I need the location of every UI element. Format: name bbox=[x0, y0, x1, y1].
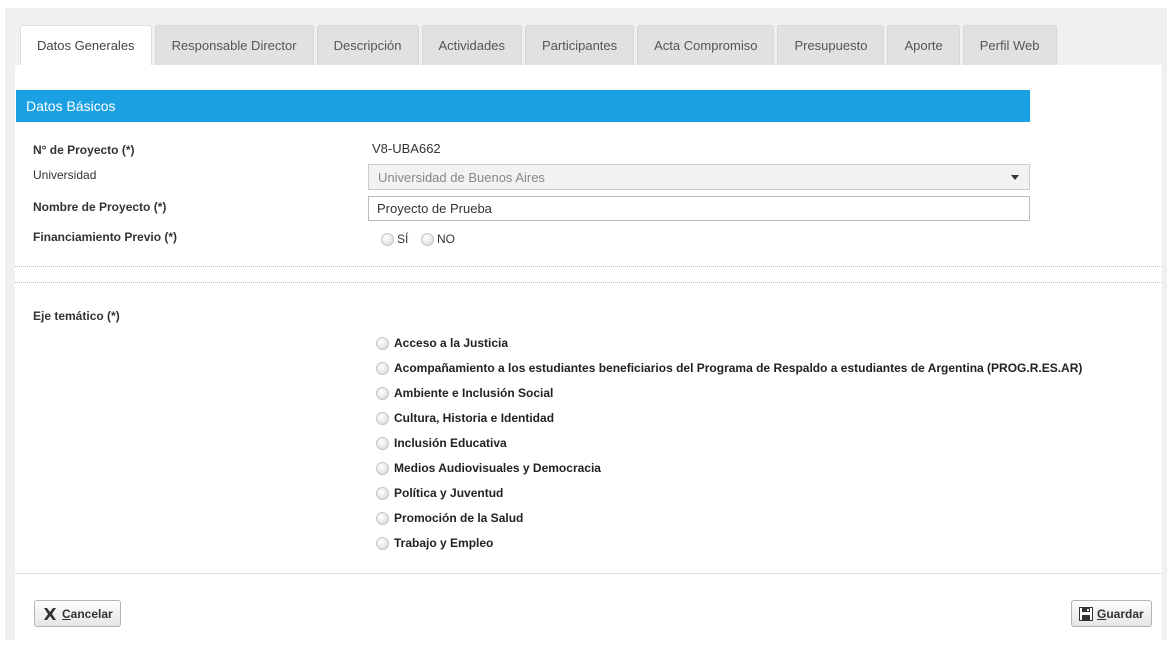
option-label: Trabajo y Empleo bbox=[394, 536, 494, 550]
radio-no-label: NO bbox=[437, 232, 455, 246]
save-button-label: Guardar bbox=[1097, 606, 1144, 621]
tab-responsable-director[interactable]: Responsable Director bbox=[154, 25, 314, 65]
option-label: Medios Audiovisuales y Democracia bbox=[394, 461, 601, 475]
cancel-button-label: Cancelar bbox=[62, 606, 113, 621]
project-name-input[interactable] bbox=[368, 196, 1030, 221]
thematic-option[interactable]: Política y Juventud bbox=[376, 486, 503, 500]
radio-button[interactable] bbox=[376, 536, 389, 550]
floppy-disk-icon bbox=[1079, 606, 1093, 621]
thematic-option[interactable]: Acceso a la Justicia bbox=[376, 336, 508, 350]
tab-descripcion[interactable]: Descripción bbox=[316, 25, 419, 65]
prior-funding-label: Financiamiento Previo (*) bbox=[33, 230, 178, 244]
tab-perfil-web[interactable]: Perfil Web bbox=[962, 25, 1057, 65]
university-select-value: Universidad de Buenos Aires bbox=[378, 169, 545, 185]
prior-funding-yes[interactable]: SÍ bbox=[381, 232, 408, 246]
university-select[interactable]: Universidad de Buenos Aires bbox=[368, 164, 1030, 190]
tab-content bbox=[15, 65, 1162, 640]
option-label: Inclusión Educativa bbox=[394, 436, 507, 450]
option-label: Cultura, Historia e Identidad bbox=[394, 411, 555, 425]
thematic-option[interactable]: Cultura, Historia e Identidad bbox=[376, 411, 554, 425]
option-label: Acompañamiento a los estudiantes benefic… bbox=[394, 361, 1083, 375]
thematic-option[interactable]: Medios Audiovisuales y Democracia bbox=[376, 461, 601, 475]
tab-participantes[interactable]: Participantes bbox=[524, 25, 635, 65]
project-number-label: N° de Proyecto (*) bbox=[33, 143, 135, 157]
project-number-value: V8-UBA662 bbox=[372, 141, 441, 156]
radio-button[interactable] bbox=[376, 511, 389, 525]
section-header: Datos Básicos bbox=[16, 90, 1030, 122]
tab-actividades[interactable]: Actividades bbox=[421, 25, 522, 65]
cancel-button[interactable]: Cancelar bbox=[34, 600, 121, 627]
project-name-label: Nombre de Proyecto (*) bbox=[33, 200, 167, 214]
save-button[interactable]: Guardar bbox=[1071, 600, 1152, 627]
footer-divider bbox=[15, 573, 1162, 574]
radio-button[interactable] bbox=[376, 361, 389, 375]
radio-yes-label: SÍ bbox=[397, 232, 409, 246]
thematic-option[interactable]: Trabajo y Empleo bbox=[376, 536, 493, 550]
radio-yes[interactable] bbox=[381, 232, 394, 246]
radio-no[interactable] bbox=[421, 232, 434, 246]
university-label: Universidad bbox=[33, 168, 97, 182]
tab-acta-compromiso[interactable]: Acta Compromiso bbox=[637, 25, 775, 65]
radio-button[interactable] bbox=[376, 411, 389, 425]
thematic-option[interactable]: Inclusión Educativa bbox=[376, 436, 507, 450]
chevron-down-icon bbox=[1011, 175, 1019, 180]
close-x-icon bbox=[44, 607, 56, 620]
radio-button[interactable] bbox=[376, 461, 389, 475]
tab-datos-generales[interactable]: Datos Generales bbox=[20, 25, 152, 65]
option-label: Acceso a la Justicia bbox=[394, 336, 509, 350]
thematic-axis-label: Eje temático (*) bbox=[33, 309, 120, 323]
radio-button[interactable] bbox=[376, 336, 389, 350]
divider bbox=[15, 266, 1162, 267]
radio-button[interactable] bbox=[376, 436, 389, 450]
radio-button[interactable] bbox=[376, 486, 389, 500]
prior-funding-no[interactable]: NO bbox=[421, 232, 455, 246]
option-label: Ambiente e Inclusión Social bbox=[394, 386, 554, 400]
tab-presupuesto[interactable]: Presupuesto bbox=[777, 25, 885, 65]
thematic-option[interactable]: Promoción de la Salud bbox=[376, 511, 523, 525]
tab-aporte[interactable]: Aporte bbox=[887, 25, 960, 65]
thematic-option[interactable]: Acompañamiento a los estudiantes benefic… bbox=[376, 361, 1082, 375]
option-label: Política y Juventud bbox=[394, 486, 504, 500]
option-label: Promoción de la Salud bbox=[394, 511, 524, 525]
tab-bar: Datos Generales Responsable Director Des… bbox=[20, 25, 1060, 65]
divider bbox=[15, 282, 1162, 283]
radio-button[interactable] bbox=[376, 386, 389, 400]
thematic-option[interactable]: Ambiente e Inclusión Social bbox=[376, 386, 553, 400]
